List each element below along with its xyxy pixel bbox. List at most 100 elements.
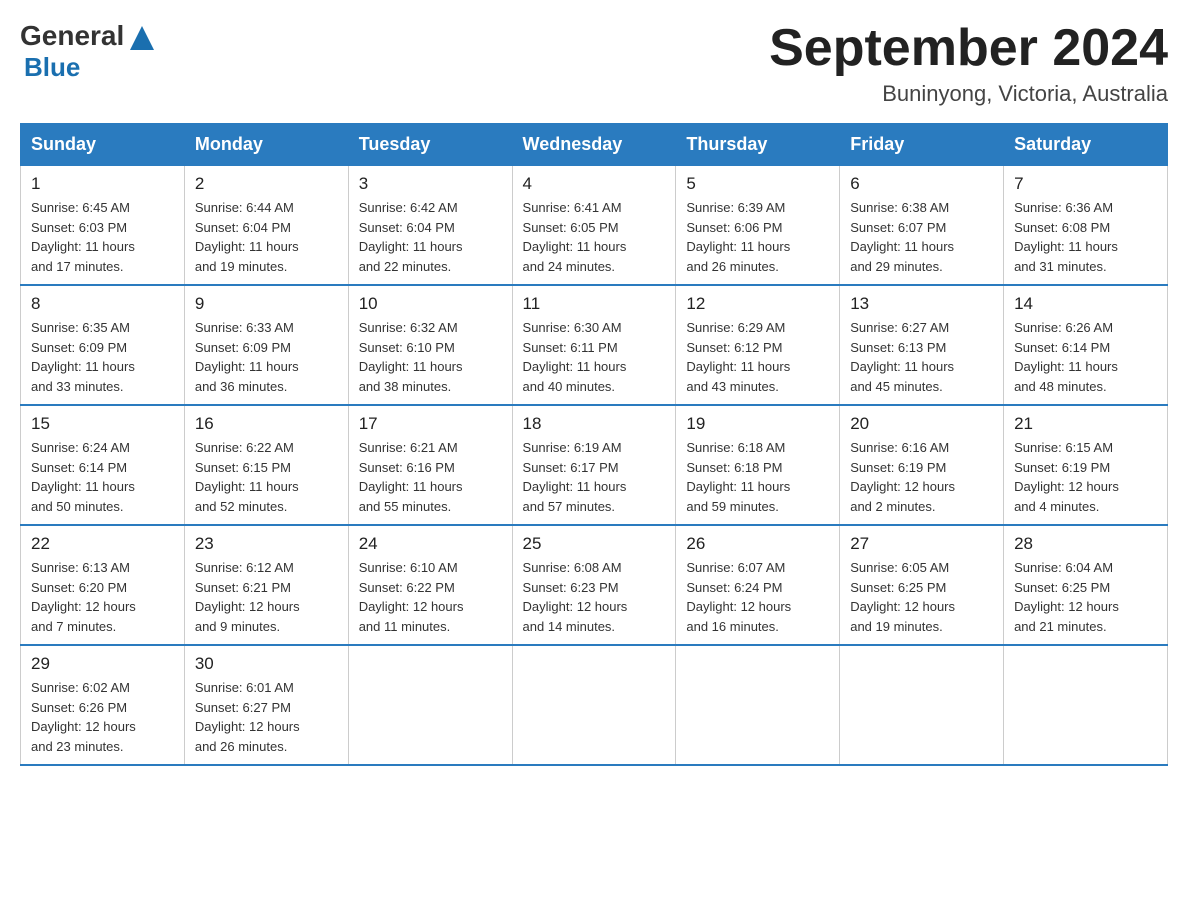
day-info: Sunrise: 6:16 AMSunset: 6:19 PMDaylight:… (850, 438, 993, 516)
calendar-cell: 22 Sunrise: 6:13 AMSunset: 6:20 PMDayligh… (21, 525, 185, 645)
day-info: Sunrise: 6:12 AMSunset: 6:21 PMDaylight:… (195, 558, 338, 636)
day-info: Sunrise: 6:44 AMSunset: 6:04 PMDaylight:… (195, 198, 338, 276)
day-number: 23 (195, 534, 338, 554)
day-number: 19 (686, 414, 829, 434)
calendar-header-row: Sunday Monday Tuesday Wednesday Thursday… (21, 124, 1168, 166)
day-number: 1 (31, 174, 174, 194)
calendar-cell: 17 Sunrise: 6:21 AMSunset: 6:16 PMDayligh… (348, 405, 512, 525)
calendar-cell: 14 Sunrise: 6:26 AMSunset: 6:14 PMDayligh… (1004, 285, 1168, 405)
title-section: September 2024 Buninyong, Victoria, Aust… (769, 20, 1168, 107)
day-info: Sunrise: 6:13 AMSunset: 6:20 PMDaylight:… (31, 558, 174, 636)
calendar-cell: 9Sunrise: 6:33 AMSunset: 6:09 PMDaylight… (184, 285, 348, 405)
calendar-cell: 8 Sunrise: 6:35 AMSunset: 6:09 PMDaylight… (21, 285, 185, 405)
calendar-cell: 18 Sunrise: 6:19 AMSunset: 6:17 PMDayligh… (512, 405, 676, 525)
day-info: Sunrise: 6:04 AMSunset: 6:25 PMDaylight:… (1014, 558, 1157, 636)
day-info: Sunrise: 6:08 AMSunset: 6:23 PMDaylight:… (523, 558, 666, 636)
day-number: 3 (359, 174, 502, 194)
calendar-cell: 5Sunrise: 6:39 AMSunset: 6:06 PMDaylight… (676, 166, 840, 286)
day-info: Sunrise: 6:32 AMSunset: 6:10 PMDaylight:… (359, 318, 502, 396)
day-number: 13 (850, 294, 993, 314)
day-info: Sunrise: 6:05 AMSunset: 6:25 PMDaylight:… (850, 558, 993, 636)
calendar-cell: 1 Sunrise: 6:45 AMSunset: 6:03 PMDaylight… (21, 166, 185, 286)
day-info: Sunrise: 6:38 AMSunset: 6:07 PMDaylight:… (850, 198, 993, 276)
calendar-table: Sunday Monday Tuesday Wednesday Thursday… (20, 123, 1168, 766)
calendar-week-row: 22 Sunrise: 6:13 AMSunset: 6:20 PMDayligh… (21, 525, 1168, 645)
day-number: 12 (686, 294, 829, 314)
calendar-cell (840, 645, 1004, 765)
logo: General Blue (20, 20, 158, 83)
day-info: Sunrise: 6:21 AMSunset: 6:16 PMDaylight:… (359, 438, 502, 516)
col-thursday: Thursday (676, 124, 840, 166)
day-number: 14 (1014, 294, 1157, 314)
day-info: Sunrise: 6:10 AMSunset: 6:22 PMDaylight:… (359, 558, 502, 636)
calendar-cell (676, 645, 840, 765)
calendar-week-row: 29 Sunrise: 6:02 AMSunset: 6:26 PMDayligh… (21, 645, 1168, 765)
day-info: Sunrise: 6:15 AMSunset: 6:19 PMDaylight:… (1014, 438, 1157, 516)
day-info: Sunrise: 6:45 AMSunset: 6:03 PMDaylight:… (31, 198, 174, 276)
calendar-cell: 23 Sunrise: 6:12 AMSunset: 6:21 PMDayligh… (184, 525, 348, 645)
day-info: Sunrise: 6:41 AMSunset: 6:05 PMDaylight:… (523, 198, 666, 276)
day-number: 9 (195, 294, 338, 314)
day-number: 8 (31, 294, 174, 314)
day-number: 22 (31, 534, 174, 554)
day-number: 29 (31, 654, 174, 674)
calendar-week-row: 15 Sunrise: 6:24 AMSunset: 6:14 PMDayligh… (21, 405, 1168, 525)
logo-general-text: General (20, 20, 124, 52)
day-info: Sunrise: 6:22 AMSunset: 6:15 PMDaylight:… (195, 438, 338, 516)
day-info: Sunrise: 6:36 AMSunset: 6:08 PMDaylight:… (1014, 198, 1157, 276)
day-number: 28 (1014, 534, 1157, 554)
calendar-cell: 19 Sunrise: 6:18 AMSunset: 6:18 PMDayligh… (676, 405, 840, 525)
day-number: 20 (850, 414, 993, 434)
col-sunday: Sunday (21, 124, 185, 166)
location-subtitle: Buninyong, Victoria, Australia (769, 81, 1168, 107)
calendar-cell: 27 Sunrise: 6:05 AMSunset: 6:25 PMDayligh… (840, 525, 1004, 645)
calendar-cell: 21 Sunrise: 6:15 AMSunset: 6:19 PMDayligh… (1004, 405, 1168, 525)
day-number: 15 (31, 414, 174, 434)
col-friday: Friday (840, 124, 1004, 166)
day-number: 26 (686, 534, 829, 554)
day-info: Sunrise: 6:29 AMSunset: 6:12 PMDaylight:… (686, 318, 829, 396)
logo-triangle-icon (126, 22, 158, 54)
day-info: Sunrise: 6:24 AMSunset: 6:14 PMDaylight:… (31, 438, 174, 516)
calendar-cell: 3 Sunrise: 6:42 AMSunset: 6:04 PMDaylight… (348, 166, 512, 286)
day-number: 25 (523, 534, 666, 554)
day-number: 18 (523, 414, 666, 434)
col-monday: Monday (184, 124, 348, 166)
calendar-cell: 15 Sunrise: 6:24 AMSunset: 6:14 PMDayligh… (21, 405, 185, 525)
day-number: 2 (195, 174, 338, 194)
day-info: Sunrise: 6:07 AMSunset: 6:24 PMDaylight:… (686, 558, 829, 636)
calendar-cell: 20 Sunrise: 6:16 AMSunset: 6:19 PMDayligh… (840, 405, 1004, 525)
calendar-cell: 4Sunrise: 6:41 AMSunset: 6:05 PMDaylight… (512, 166, 676, 286)
day-number: 10 (359, 294, 502, 314)
calendar-cell: 28 Sunrise: 6:04 AMSunset: 6:25 PMDayligh… (1004, 525, 1168, 645)
day-info: Sunrise: 6:26 AMSunset: 6:14 PMDaylight:… (1014, 318, 1157, 396)
day-number: 30 (195, 654, 338, 674)
day-info: Sunrise: 6:18 AMSunset: 6:18 PMDaylight:… (686, 438, 829, 516)
day-number: 21 (1014, 414, 1157, 434)
calendar-cell: 25 Sunrise: 6:08 AMSunset: 6:23 PMDayligh… (512, 525, 676, 645)
calendar-cell: 13 Sunrise: 6:27 AMSunset: 6:13 PMDayligh… (840, 285, 1004, 405)
col-tuesday: Tuesday (348, 124, 512, 166)
calendar-week-row: 1 Sunrise: 6:45 AMSunset: 6:03 PMDaylight… (21, 166, 1168, 286)
day-info: Sunrise: 6:39 AMSunset: 6:06 PMDaylight:… (686, 198, 829, 276)
day-number: 16 (195, 414, 338, 434)
day-info: Sunrise: 6:42 AMSunset: 6:04 PMDaylight:… (359, 198, 502, 276)
day-info: Sunrise: 6:30 AMSunset: 6:11 PMDaylight:… (523, 318, 666, 396)
day-info: Sunrise: 6:27 AMSunset: 6:13 PMDaylight:… (850, 318, 993, 396)
day-number: 27 (850, 534, 993, 554)
calendar-cell: 26 Sunrise: 6:07 AMSunset: 6:24 PMDayligh… (676, 525, 840, 645)
calendar-cell: 29 Sunrise: 6:02 AMSunset: 6:26 PMDayligh… (21, 645, 185, 765)
calendar-cell: 11Sunrise: 6:30 AMSunset: 6:11 PMDayligh… (512, 285, 676, 405)
day-info: Sunrise: 6:35 AMSunset: 6:09 PMDaylight:… (31, 318, 174, 396)
calendar-cell: 12 Sunrise: 6:29 AMSunset: 6:12 PMDayligh… (676, 285, 840, 405)
day-number: 17 (359, 414, 502, 434)
logo-blue-text: Blue (24, 52, 158, 83)
day-info: Sunrise: 6:19 AMSunset: 6:17 PMDaylight:… (523, 438, 666, 516)
day-number: 7 (1014, 174, 1157, 194)
day-number: 24 (359, 534, 502, 554)
page-header: General Blue September 2024 Buninyong, V… (20, 20, 1168, 107)
day-number: 6 (850, 174, 993, 194)
day-info: Sunrise: 6:02 AMSunset: 6:26 PMDaylight:… (31, 678, 174, 756)
calendar-cell: 7 Sunrise: 6:36 AMSunset: 6:08 PMDaylight… (1004, 166, 1168, 286)
col-saturday: Saturday (1004, 124, 1168, 166)
